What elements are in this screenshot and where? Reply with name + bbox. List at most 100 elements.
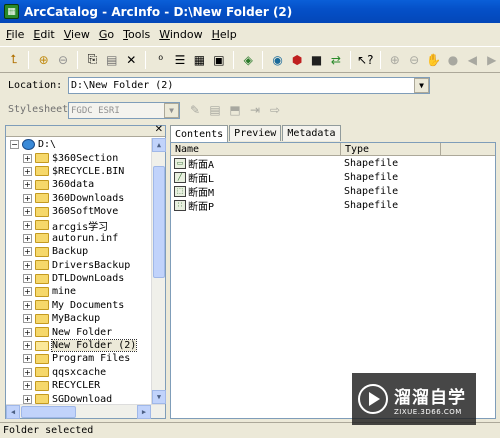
menu-help[interactable]: Help — [212, 28, 237, 41]
tree-item[interactable]: + $RECYCLE.BIN — [6, 165, 152, 178]
menu-view[interactable]: View — [64, 28, 90, 41]
tree-item[interactable]: + New Folder (2) — [6, 339, 152, 353]
tree-item[interactable]: + MyBackup — [6, 312, 152, 325]
list-item[interactable]: ╱ 断面L Shapefile — [171, 170, 495, 185]
expand-icon[interactable]: + — [23, 367, 32, 377]
disconnect-folder-icon[interactable]: ⊖ — [55, 51, 71, 69]
tree-item[interactable]: +360Downloads — [6, 192, 152, 205]
expand-icon[interactable]: + — [23, 274, 32, 284]
column-header-type[interactable]: Type — [341, 143, 441, 156]
tab-preview[interactable]: Preview — [229, 125, 282, 141]
tree-item[interactable]: + mine — [6, 285, 152, 298]
menu-file[interactable]: File — [6, 28, 24, 41]
zoom-out-icon[interactable]: ⊖ — [406, 51, 422, 69]
expand-icon[interactable]: + — [23, 300, 32, 310]
list-item[interactable]: ▭ 断面A Shapefile — [171, 156, 495, 171]
expand-icon[interactable]: + — [23, 394, 32, 404]
column-headers: Name Type — [171, 143, 495, 156]
tab-metadata[interactable]: Metadata — [282, 125, 341, 141]
tree-item-label: RECYCLER — [52, 380, 101, 392]
tab-contents[interactable]: Contents — [170, 125, 229, 142]
expand-icon[interactable]: + — [23, 314, 32, 324]
expand-icon[interactable]: + — [23, 153, 32, 163]
expand-icon[interactable]: + — [23, 233, 32, 243]
import-metadata-icon[interactable]: ⬒ — [226, 101, 244, 119]
export-metadata-icon[interactable]: ⇥ — [246, 101, 264, 119]
large-icons-icon[interactable]: ⁰ — [152, 51, 168, 69]
tree-item[interactable]: + RECYCLER — [6, 379, 152, 392]
arctoolbox-icon[interactable]: ⬢ — [289, 51, 305, 69]
launch-arcmap-icon[interactable]: ◈ — [240, 51, 256, 69]
expand-icon[interactable]: + — [23, 220, 32, 230]
create-update-metadata-icon[interactable]: ⇨ — [266, 101, 284, 119]
expand-icon[interactable]: + — [23, 381, 32, 391]
metadata-properties-icon[interactable]: ▤ — [206, 101, 224, 119]
whats-this-icon[interactable]: ↖? — [357, 51, 373, 69]
menu-window[interactable]: Window — [159, 28, 202, 41]
expand-icon[interactable]: + — [23, 354, 32, 364]
tree-item[interactable]: + DriversBackup — [6, 259, 152, 272]
scroll-thumb[interactable] — [21, 406, 76, 418]
expand-icon[interactable]: + — [23, 287, 32, 297]
chevron-down-icon[interactable]: ▼ — [164, 103, 179, 118]
command-line-icon[interactable]: ■ — [308, 51, 324, 69]
tree-item[interactable]: + $360Section — [6, 151, 152, 164]
tree-item[interactable]: + qqsxcache — [6, 366, 152, 379]
stylesheet-combobox[interactable]: FGDC ESRI ▼ — [68, 102, 180, 119]
details-icon[interactable]: ▦ — [191, 51, 207, 69]
scroll-right-icon[interactable]: ▶ — [137, 405, 151, 419]
collapse-icon[interactable]: − — [10, 140, 19, 150]
edit-metadata-icon[interactable]: ✎ — [186, 101, 204, 119]
expand-icon[interactable]: + — [23, 341, 32, 351]
tree-item[interactable]: + DTLDownLoads — [6, 272, 152, 285]
search-icon[interactable]: ◉ — [269, 51, 285, 69]
expand-icon[interactable]: + — [23, 180, 32, 190]
close-icon[interactable]: ✕ — [155, 124, 163, 135]
model-builder-icon[interactable]: ⇄ — [328, 51, 344, 69]
list-item[interactable]: ⬚ 断面M Shapefile — [171, 184, 495, 199]
tree-item[interactable]: + autorun.inf — [6, 232, 152, 245]
tree-horizontal-scrollbar[interactable]: ◀ ▶ — [6, 404, 165, 419]
menu-go[interactable]: Go — [99, 28, 114, 41]
tree-item[interactable]: + SGDownload — [6, 392, 152, 404]
expand-icon[interactable]: + — [23, 207, 32, 217]
copy-icon[interactable]: ⎘ — [84, 51, 100, 69]
full-extent-icon[interactable]: ● — [445, 51, 461, 69]
column-header-name[interactable]: Name — [171, 143, 341, 156]
expand-icon[interactable]: + — [23, 260, 32, 270]
expand-icon[interactable]: + — [23, 327, 32, 337]
tree-item[interactable]: +360SoftMove — [6, 205, 152, 218]
paste-icon[interactable]: ▤ — [104, 51, 120, 69]
thumbnails-icon[interactable]: ▣ — [211, 51, 227, 69]
scroll-down-icon[interactable]: ▼ — [152, 390, 166, 404]
expand-icon[interactable]: + — [23, 193, 32, 203]
tree-item[interactable]: + New Folder — [6, 325, 152, 338]
scroll-left-icon[interactable]: ◀ — [6, 405, 20, 419]
scroll-thumb[interactable] — [153, 166, 165, 278]
tree-item[interactable]: + Backup — [6, 245, 152, 258]
tree-vertical-scrollbar[interactable]: ▲ ▼ — [151, 138, 166, 404]
delete-icon[interactable]: ✕ — [123, 51, 139, 69]
connect-folder-icon[interactable]: ⊕ — [35, 51, 51, 69]
tree-item[interactable]: + My Documents — [6, 299, 152, 312]
scroll-up-icon[interactable]: ▲ — [152, 138, 166, 152]
expand-icon[interactable]: + — [23, 166, 32, 176]
pan-icon[interactable]: ✋ — [425, 51, 441, 69]
location-combobox[interactable]: D:\New Folder (2) ▼ — [68, 77, 430, 94]
up-one-level-icon[interactable]: ⮤ — [6, 51, 22, 69]
expand-icon[interactable]: + — [23, 247, 32, 257]
chevron-down-icon[interactable]: ▼ — [414, 78, 429, 93]
list-icon[interactable]: ☰ — [172, 51, 188, 69]
stylesheet-label: Stylesheet: — [8, 104, 75, 115]
zoom-in-icon[interactable]: ⊕ — [387, 51, 403, 69]
menu-edit[interactable]: Edit — [33, 28, 54, 41]
tree-item[interactable]: + arcgis学习 — [6, 218, 152, 233]
menu-tools[interactable]: Tools — [123, 28, 150, 41]
tree-root-drive[interactable]: − D:\ — [6, 138, 152, 151]
back-icon[interactable]: ◀ — [464, 51, 480, 69]
forward-icon[interactable]: ▶ — [484, 51, 500, 69]
folder-icon — [35, 206, 49, 217]
tree-item[interactable]: + Program Files — [6, 352, 152, 365]
tree-item[interactable]: +360data — [6, 178, 152, 191]
list-item[interactable]: ∷ 断面P Shapefile — [171, 198, 495, 213]
